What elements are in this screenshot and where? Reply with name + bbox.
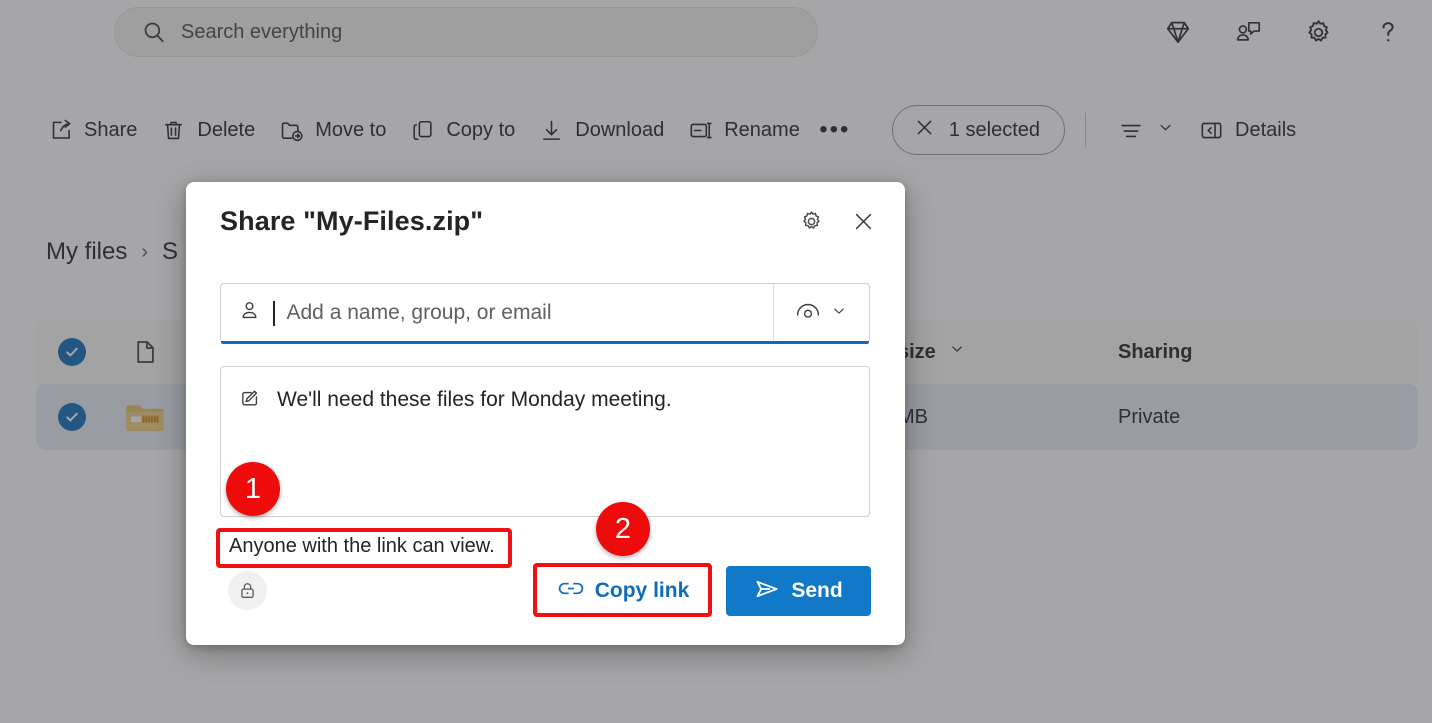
send-button[interactable]: Send (726, 566, 871, 616)
send-label: Send (791, 579, 843, 602)
message-input[interactable]: We'll need these files for Monday meetin… (220, 366, 870, 517)
link-icon (558, 579, 584, 603)
dialog-close-button[interactable] (843, 204, 883, 244)
recipient-placeholder: Add a name, group, or email (286, 301, 552, 324)
recipient-field: Add a name, group, or email (220, 283, 870, 344)
copy-link-label: Copy link (594, 579, 690, 602)
dialog-title: Share "My-Files.zip" (220, 206, 484, 236)
dialog-header-actions (791, 204, 883, 244)
message-text: We'll need these files for Monday meetin… (277, 388, 672, 411)
dialog-settings-button[interactable] (791, 204, 831, 244)
gear-icon (799, 209, 824, 239)
annotation-badge-2: 2 (596, 502, 650, 556)
dialog-header: Share "My-Files.zip" (186, 182, 905, 260)
permission-summary-text[interactable]: Anyone with the link can view. (221, 531, 503, 562)
close-icon (851, 209, 876, 239)
annotation-badge-1: 1 (226, 462, 280, 516)
chevron-down-icon (830, 302, 848, 325)
permission-picker-button[interactable] (773, 284, 869, 342)
recipient-input[interactable]: Add a name, group, or email (221, 284, 773, 342)
send-plane-icon (754, 578, 780, 605)
person-icon (238, 299, 261, 327)
eye-view-icon (795, 300, 821, 326)
share-dialog: Share "My-Files.zip" Add a name, group, … (186, 182, 905, 645)
copy-link-button[interactable]: Copy link (536, 566, 711, 616)
lock-icon (228, 571, 267, 610)
text-caret (273, 300, 275, 326)
